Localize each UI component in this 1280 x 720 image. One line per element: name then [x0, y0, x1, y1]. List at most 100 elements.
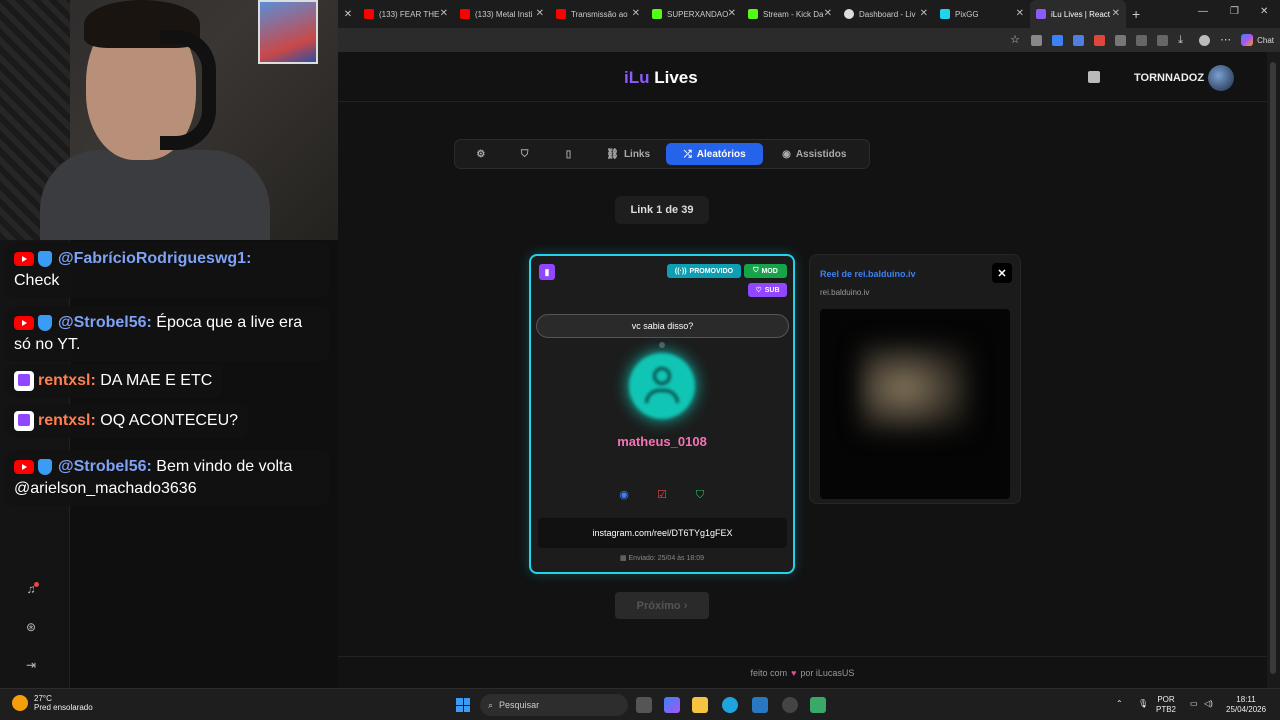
close-tab-icon[interactable]: ✕: [536, 8, 544, 19]
task-view-icon[interactable]: [636, 697, 652, 713]
taskbar: 27°C Pred ensolarado ⌕ Pesquisar ⌃ 🎙︎ POR P…: [0, 688, 1280, 720]
translate-icon[interactable]: [1073, 34, 1085, 46]
moderator-icon: [38, 250, 52, 267]
close-tab-icon[interactable]: ✕: [440, 8, 448, 19]
youtube-icon: [14, 315, 34, 330]
close-tab-icon[interactable]: ✕: [632, 8, 640, 19]
tab-assistidos[interactable]: ◉ Assistidos: [763, 143, 865, 165]
scrollbar-thumb[interactable]: [1270, 62, 1276, 674]
moderator-icon: [38, 314, 52, 331]
link-url[interactable]: instagram.com/reel/DT6TYg1gFEX: [538, 518, 787, 548]
close-tab-icon[interactable]: ✕: [728, 8, 736, 19]
browser-tab[interactable]: Dashboard - Liv ✕: [838, 0, 934, 28]
close-tab-icon[interactable]: ✕: [1112, 8, 1120, 19]
close-tab-icon[interactable]: ✕: [824, 8, 832, 19]
app-icon[interactable]: [810, 697, 826, 713]
eye-icon[interactable]: ◉: [617, 488, 631, 502]
volume-icon[interactable]: ◁): [1204, 699, 1213, 709]
username[interactable]: TORNNADOZ: [1134, 72, 1204, 84]
shield-icon: ⛉: [520, 148, 529, 160]
close-tab-icon[interactable]: ✕: [1016, 8, 1024, 19]
tab-settings[interactable]: ⚙: [459, 143, 503, 165]
browser-tab[interactable]: Stream - Kick Da ✕: [742, 0, 838, 28]
browser-tab[interactable]: SUPERXANDAO ✕: [646, 0, 742, 28]
close-tab-icon[interactable]: ✕: [338, 9, 358, 20]
extension-icon[interactable]: [1031, 34, 1043, 46]
star-icon[interactable]: ☆: [1010, 34, 1021, 46]
stream-overlay: ♫ ⊛ ⇥ @FabrícioRodrigueswg1: Check @Strob…: [0, 0, 338, 688]
close-icon[interactable]: ✕: [992, 263, 1012, 283]
taskbar-search[interactable]: ⌕ Pesquisar: [480, 694, 628, 716]
clock[interactable]: 18:11 25/04/2026: [1226, 695, 1266, 715]
divider-dot: [659, 342, 665, 348]
download-icon[interactable]: ⤓: [1178, 34, 1189, 46]
mic-icon[interactable]: 🎙︎: [1138, 699, 1148, 709]
weather-widget[interactable]: 27°C Pred ensolarado: [12, 694, 93, 712]
windows-start-icon[interactable]: [456, 698, 470, 712]
photos-icon[interactable]: [752, 697, 768, 713]
app-icon[interactable]: [782, 697, 798, 713]
profile-icon[interactable]: [1199, 34, 1211, 46]
chat-message: @FabrícioRodrigueswg1: Check: [4, 242, 330, 298]
close-tab-icon[interactable]: ✕: [920, 8, 928, 19]
chat-message: @Strobel56: Bem vindo de volta @arielson…: [4, 450, 330, 506]
network-icon[interactable]: ▭: [1190, 699, 1198, 709]
webcam-feed: [0, 0, 338, 240]
browser-tab[interactable]: (133) FEAR THE ✕: [358, 0, 454, 28]
tab-links[interactable]: ⛓ Links: [590, 143, 666, 165]
edge-icon[interactable]: [722, 697, 738, 713]
help-icon[interactable]: ⊛: [24, 620, 38, 634]
tab-moderation[interactable]: ⛉: [503, 143, 547, 165]
youtube-icon: [14, 251, 34, 266]
youtube-icon: [460, 9, 470, 19]
file-explorer-icon[interactable]: [692, 697, 708, 713]
check-square-icon[interactable]: ☑: [655, 488, 669, 502]
notification-dot: [34, 582, 39, 587]
extension-icon[interactable]: [1052, 34, 1064, 46]
restore-icon[interactable]: ❐: [1230, 6, 1239, 17]
eye-icon: ◉: [782, 148, 791, 160]
logout-icon[interactable]: ⇥: [24, 658, 38, 672]
gift-icon[interactable]: [1088, 71, 1100, 83]
gear-icon: ⚙: [476, 148, 486, 160]
shuffle-icon: ⤮: [683, 148, 692, 160]
shield-icon: ⛉: [753, 267, 759, 274]
new-tab-icon[interactable]: +: [1132, 6, 1140, 22]
browser-tab[interactable]: (133) Metal Insti ✕: [454, 0, 550, 28]
twitch-icon: [14, 370, 34, 391]
tablet-icon: ▯: [565, 148, 572, 160]
reel-preview: Reel de rei.balduino.iv rei.balduino.iv …: [809, 254, 1021, 504]
page: iLu Lives TORNNADOZ ⚙ ⛉ ▯ ⛓ Links ⤮ Aleató…: [338, 52, 1267, 688]
page-scrollbar[interactable]: [1267, 52, 1280, 688]
browser-tab[interactable]: PixGG ✕: [934, 0, 1030, 28]
browser-tab[interactable]: Transmissão ao ✕: [550, 0, 646, 28]
chat-message: rentxsl: OQ ACONTECEU?: [4, 404, 249, 438]
reel-title[interactable]: Reel de rei.balduino.iv: [820, 269, 916, 279]
collections-icon[interactable]: [1157, 34, 1169, 46]
app-logo[interactable]: iLu Lives: [624, 68, 698, 88]
app-header: iLu Lives TORNNADOZ: [338, 52, 1267, 102]
favorites-icon[interactable]: [1136, 34, 1148, 46]
copilot-chat-button[interactable]: Chat: [1241, 34, 1274, 46]
link-icon: ⛓: [606, 148, 619, 160]
language-indicator[interactable]: POR PTB2: [1156, 695, 1176, 715]
promoted-badge: ((·)) PROMOVIDO: [667, 264, 741, 278]
extensions-icon[interactable]: [1115, 34, 1127, 46]
shield-icon[interactable]: ⛉: [693, 488, 707, 502]
user-avatar[interactable]: [1208, 65, 1234, 91]
twitch-icon: ▮: [539, 264, 555, 280]
chevron-up-icon[interactable]: ⌃: [1116, 699, 1123, 709]
extension-icon[interactable]: [1094, 34, 1106, 46]
tab-device[interactable]: ▯: [547, 143, 591, 165]
more-icon[interactable]: ⋯: [1220, 34, 1231, 46]
reel-thumbnail[interactable]: [820, 309, 1010, 499]
poster-image: [258, 0, 318, 64]
kick-icon: [748, 9, 758, 19]
tab-aleatorios[interactable]: ⤮ Aleatórios: [665, 143, 764, 165]
copilot-icon[interactable]: [664, 697, 680, 713]
minimize-icon[interactable]: —: [1198, 6, 1208, 17]
next-button[interactable]: Próximo ›: [615, 592, 709, 619]
chat-message: @Strobel56: Época que a live era só no Y…: [4, 306, 330, 362]
close-window-icon[interactable]: ✕: [1260, 6, 1268, 17]
browser-tab-active[interactable]: iLu Lives | React ✕: [1030, 0, 1126, 28]
